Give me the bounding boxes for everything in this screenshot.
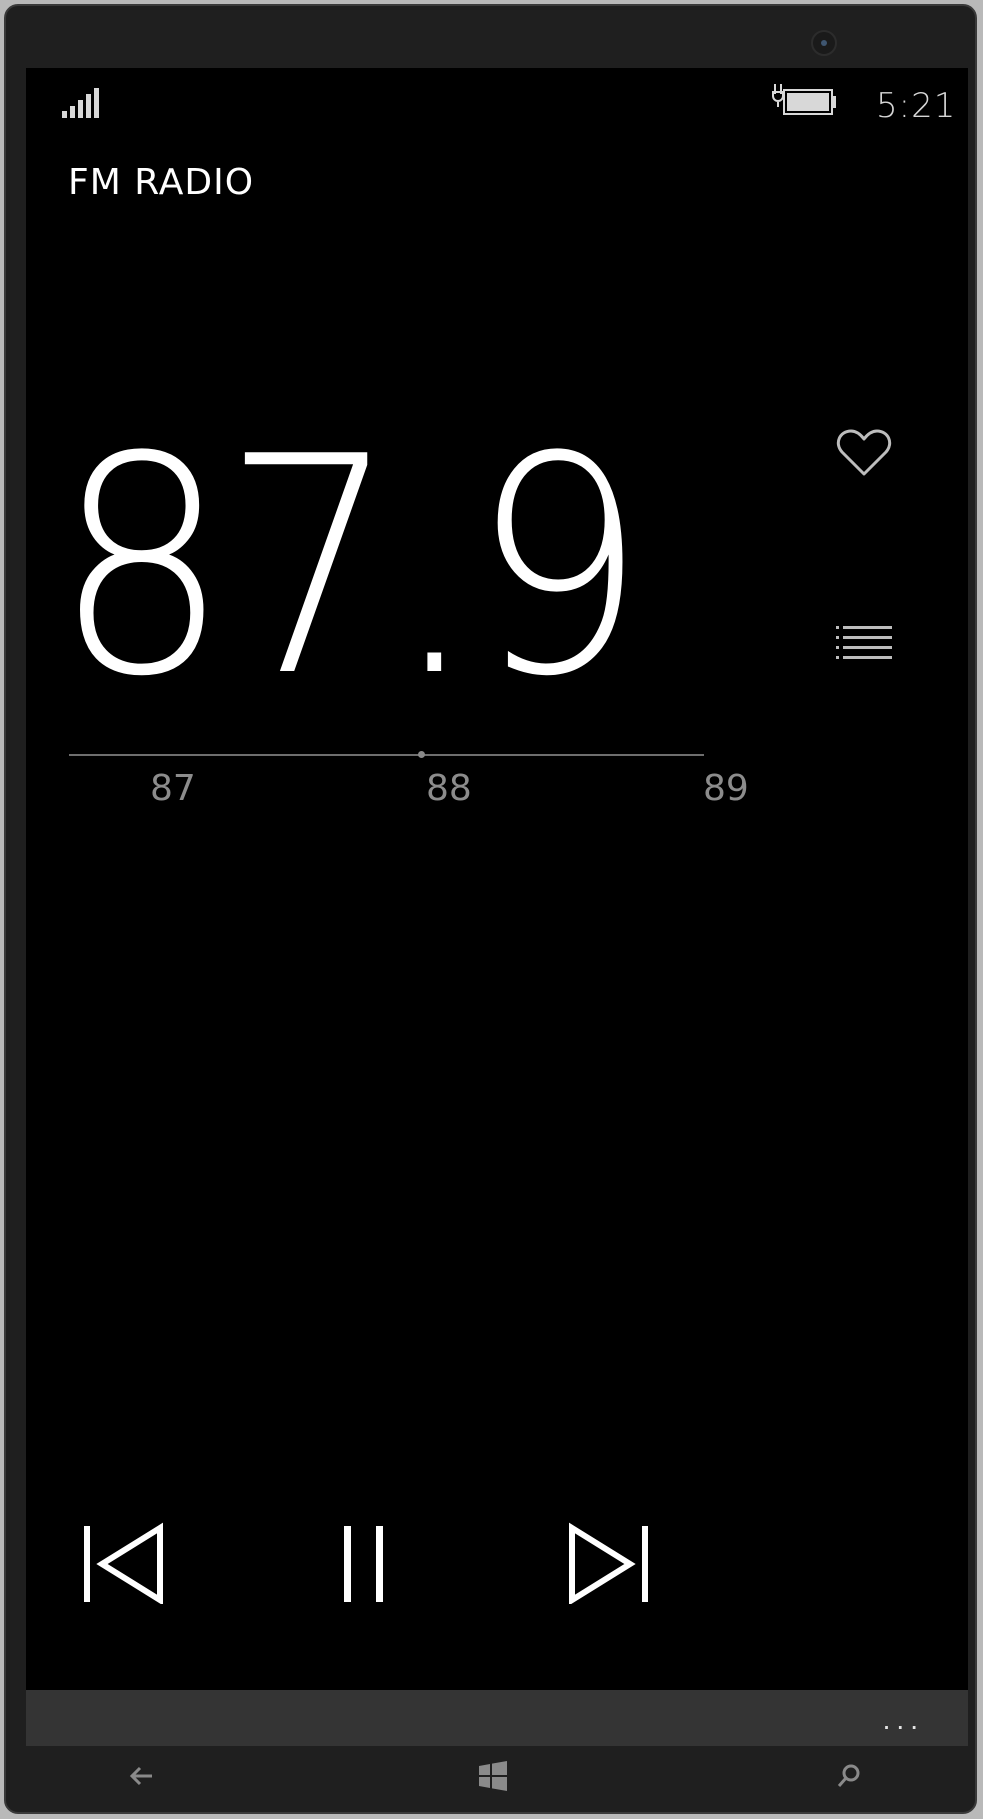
dial-label-87: 87 <box>150 768 196 809</box>
back-arrow-icon[interactable] <box>128 1760 156 1792</box>
tuning-indicator <box>418 751 425 758</box>
more-options-button[interactable]: ... <box>883 1704 924 1736</box>
windows-logo-icon[interactable] <box>478 1760 508 1792</box>
search-icon[interactable] <box>836 1760 862 1792</box>
tuning-dial[interactable] <box>69 754 704 756</box>
dial-label-89: 89 <box>703 768 749 809</box>
dial-label-88: 88 <box>426 768 472 809</box>
heart-outline-icon[interactable] <box>836 428 892 478</box>
skip-previous-icon[interactable] <box>82 1520 168 1604</box>
app-title: FM RADIO <box>68 162 255 203</box>
status-clock: 5:21 <box>876 86 957 126</box>
phone-frame: 5:21 FM RADIO 87.9 87 88 89 ... <box>4 4 977 1814</box>
navigation-bar <box>26 1746 968 1804</box>
skip-next-icon[interactable] <box>564 1520 650 1604</box>
battery-charging-icon <box>772 84 836 115</box>
front-camera <box>811 30 837 56</box>
pause-icon[interactable] <box>340 1520 388 1604</box>
app-bar: ... <box>26 1690 968 1746</box>
signal-bars-icon <box>62 88 102 118</box>
screen: 5:21 FM RADIO 87.9 87 88 89 ... <box>26 68 968 1746</box>
list-icon[interactable] <box>836 624 892 664</box>
frequency-display: 87.9 <box>54 393 646 742</box>
